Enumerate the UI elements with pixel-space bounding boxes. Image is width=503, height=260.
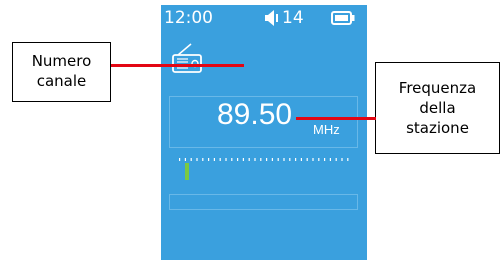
- scale-tick: [277, 158, 279, 161]
- battery-full-icon: [331, 11, 355, 25]
- scale-tick: [208, 158, 210, 161]
- status-bar: 12:00 14: [161, 5, 367, 31]
- scale-tick: [295, 158, 297, 161]
- scale-tick: [248, 158, 250, 161]
- scale-tick: [271, 158, 273, 161]
- scale-tick: [219, 158, 221, 161]
- callout-frequency-line1: Frequenza: [398, 79, 477, 97]
- frequency-unit: MHz: [313, 122, 340, 137]
- scale-tick: [289, 158, 291, 161]
- leader-line-channel: [111, 64, 244, 67]
- radio-icon: [172, 43, 202, 73]
- scale-tick: [242, 158, 244, 161]
- speaker-icon: [265, 10, 278, 26]
- scale-tick: [318, 158, 320, 161]
- scale-tick: [231, 158, 233, 161]
- scale-tick: [184, 158, 186, 161]
- clock-time: 12:00: [164, 8, 213, 28]
- scale-tick: [347, 158, 349, 161]
- callout-channel-line1: Numero: [31, 52, 92, 70]
- scale-tick: [196, 158, 198, 161]
- scale-tick: [324, 158, 326, 161]
- scale-tick: [190, 158, 192, 161]
- callout-frequency-line2: della: [419, 99, 456, 117]
- scale-tick: [329, 158, 331, 161]
- callout-channel-line2: canale: [36, 72, 87, 90]
- callout-frequency-line3: stazione: [406, 119, 469, 137]
- tuning-scale: [179, 158, 349, 180]
- frequency-value: 89.50: [217, 98, 293, 131]
- scale-tick: [300, 158, 302, 161]
- scale-tick: [260, 158, 262, 161]
- callout-channel-number: Numero canale: [12, 42, 111, 102]
- scale-tick: [213, 158, 215, 161]
- volume-level: 14: [282, 8, 304, 28]
- scale-tick: [283, 158, 285, 161]
- scale-tick: [341, 158, 343, 161]
- callout-station-frequency: Frequenza della stazione: [375, 62, 500, 154]
- scale-tick: [335, 158, 337, 161]
- volume-indicator: 14: [264, 5, 304, 31]
- scale-tick: [306, 158, 308, 161]
- scale-tick: [254, 158, 256, 161]
- scale-tick: [266, 158, 268, 161]
- scale-tick: [225, 158, 227, 161]
- tuning-marker: [185, 163, 189, 180]
- leader-line-frequency: [296, 117, 376, 120]
- signal-bar: [169, 194, 358, 210]
- scale-tick: [179, 158, 181, 161]
- scale-tick: [202, 158, 204, 161]
- scale-tick: [237, 158, 239, 161]
- scale-tick: [312, 158, 314, 161]
